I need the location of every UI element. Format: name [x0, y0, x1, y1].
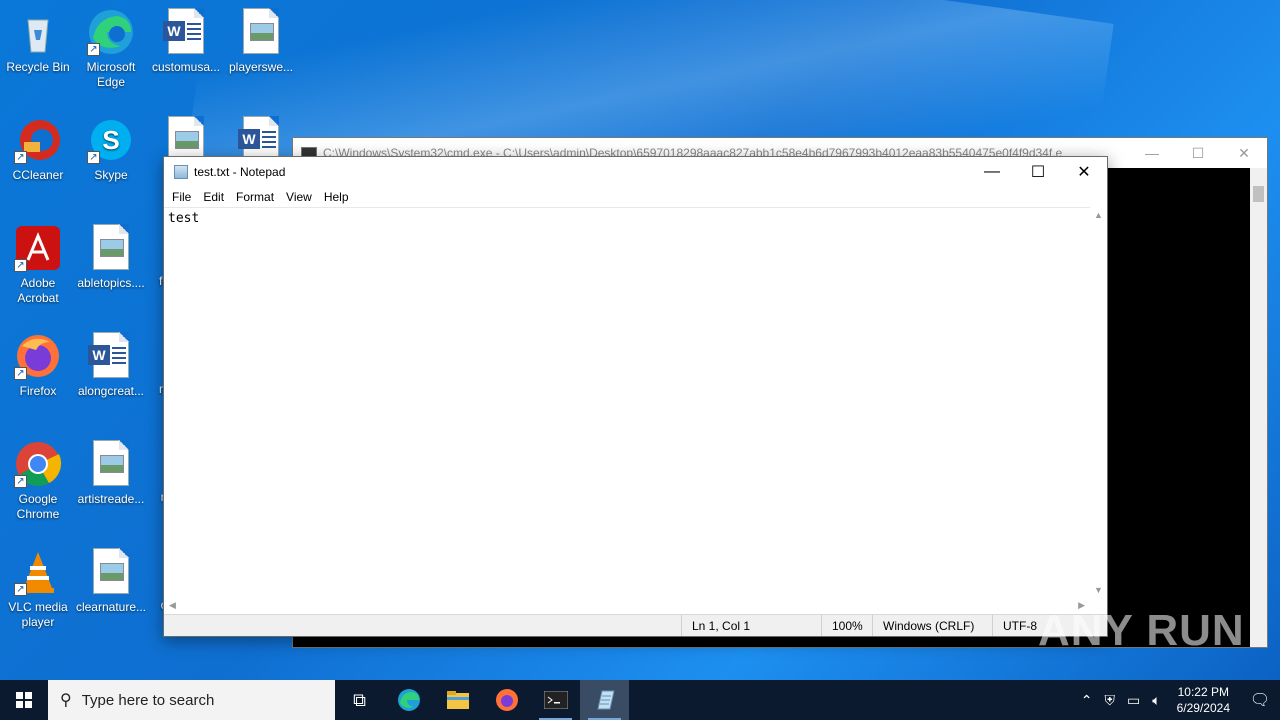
desktop-icon-adobe-acrobat[interactable]: ↗ Adobe Acrobat: [0, 224, 76, 306]
desktop-icon-google-chrome[interactable]: ↗ Google Chrome: [0, 440, 76, 522]
folder-icon: [446, 691, 469, 709]
status-line-ending: Windows (CRLF): [872, 615, 992, 636]
start-button[interactable]: [0, 680, 48, 720]
system-tray: ⌃ ⛨ ▭ 🔈︎ 10:22 PM 6/29/2024 🗨︎: [1075, 680, 1280, 720]
notepad-text-area[interactable]: test: [164, 207, 1090, 597]
task-view-button[interactable]: ⧉: [335, 680, 384, 720]
google-chrome-icon: ↗: [14, 440, 62, 488]
word-document-icon: W: [162, 8, 210, 56]
image-file-icon: [237, 8, 285, 56]
taskbar-firefox[interactable]: [482, 680, 531, 720]
desktop-icon-label: VLC media player: [8, 600, 68, 629]
command-prompt-icon: [543, 691, 568, 709]
desktop-icon-label: Skype: [94, 168, 128, 182]
microsoft-edge-icon: [397, 689, 420, 711]
desktop-icon-label: Google Chrome: [16, 492, 60, 521]
desktop-icon-skype[interactable]: S ↗ Skype: [73, 116, 149, 183]
taskbar-edge[interactable]: [384, 680, 433, 720]
desktop-icon-firefox[interactable]: ↗ Firefox: [0, 332, 76, 399]
ccleaner-icon: ↗: [14, 116, 62, 164]
network-icon[interactable]: ▭: [1121, 692, 1146, 709]
volume-icon[interactable]: 🔈︎: [1146, 692, 1166, 709]
taskbar-notepad[interactable]: [580, 680, 629, 720]
desktop-icon-label: Microsoft Edge: [86, 60, 136, 89]
recycle-bin-icon: [14, 8, 62, 56]
svg-text:S: S: [102, 125, 119, 155]
scroll-down-icon[interactable]: ▼: [1090, 585, 1107, 595]
close-icon[interactable]: ✕: [1221, 145, 1267, 162]
notepad-app-icon: [174, 165, 188, 179]
desktop-icon-playerswe[interactable]: playerswe...: [223, 8, 299, 75]
desktop-icon-microsoft-edge[interactable]: ↗ Microsoft Edge: [73, 8, 149, 90]
desktop-icon-label: customusa...: [151, 60, 221, 74]
desktop-icon-recycle-bin[interactable]: Recycle Bin: [0, 8, 76, 75]
shortcut-arrow-icon: ↗: [14, 583, 27, 596]
word-document-icon: W: [87, 332, 135, 380]
notepad-horizontal-scrollbar[interactable]: ◀ ▶: [164, 597, 1090, 614]
vlc-icon: ↗: [14, 548, 62, 596]
notepad-window[interactable]: test.txt - Notepad — ☐ ✕ File Edit Forma…: [163, 156, 1108, 637]
notepad-menubar: File Edit Format View Help: [164, 187, 1107, 207]
shortcut-arrow-icon: ↗: [14, 367, 27, 380]
anyrun-watermark: ANY RUN: [1038, 606, 1245, 655]
task-view-icon: ⧉: [353, 689, 366, 710]
clock-date: 6/29/2024: [1176, 701, 1230, 715]
skype-icon: S ↗: [87, 116, 135, 164]
desktop-icon-customusa[interactable]: W customusa...: [148, 8, 224, 75]
desktop-icon-label: playerswe...: [228, 60, 294, 74]
shortcut-arrow-icon: ↗: [14, 259, 27, 272]
minimize-icon[interactable]: —: [1129, 145, 1175, 162]
notification-icon[interactable]: 🗨︎: [1240, 690, 1280, 710]
notepad-window-title: test.txt - Notepad: [194, 165, 286, 179]
taskbar-cmd[interactable]: [531, 680, 580, 720]
firefox-icon: [495, 689, 518, 711]
notepad-statusbar: Ln 1, Col 1 100% Windows (CRLF) UTF-8: [164, 614, 1107, 636]
notepad-icon: [596, 690, 615, 710]
microsoft-edge-icon: ↗: [87, 8, 135, 56]
scrollbar-thumb[interactable]: [1253, 186, 1264, 202]
menu-file[interactable]: File: [166, 187, 197, 207]
notepad-vertical-scrollbar[interactable]: ▲ ▼: [1090, 207, 1107, 597]
shortcut-arrow-icon: ↗: [87, 151, 100, 164]
taskbar-file-explorer[interactable]: [433, 680, 482, 720]
defender-icon[interactable]: ⛨: [1098, 692, 1121, 709]
status-zoom: 100%: [821, 615, 872, 636]
windows-logo-icon: [16, 692, 32, 708]
search-icon: ⚲: [60, 692, 72, 709]
maximize-icon[interactable]: ☐: [1015, 157, 1061, 187]
shortcut-arrow-icon: ↗: [14, 475, 27, 488]
taskbar-search-box[interactable]: ⚲ Type here to search: [48, 680, 335, 720]
close-icon[interactable]: ✕: [1061, 157, 1107, 187]
cmd-vertical-scrollbar[interactable]: [1250, 168, 1267, 647]
desktop-icon-label: Adobe Acrobat: [17, 276, 59, 305]
search-placeholder: Type here to search: [81, 691, 215, 709]
desktop-icon-label: Recycle Bin: [6, 60, 70, 74]
chevron-up-icon[interactable]: ⌃: [1075, 692, 1099, 709]
desktop-icon-label: Firefox: [19, 384, 57, 398]
status-position: Ln 1, Col 1: [681, 615, 821, 636]
adobe-acrobat-icon: ↗: [14, 224, 62, 272]
maximize-icon[interactable]: ☐: [1175, 145, 1221, 162]
minimize-icon[interactable]: —: [969, 157, 1015, 187]
desktop-icon-vlc[interactable]: ↗ VLC media player: [0, 548, 76, 630]
clock-time: 10:22 PM: [1177, 685, 1229, 699]
image-file-icon: [87, 224, 135, 272]
menu-format[interactable]: Format: [230, 187, 280, 207]
image-file-icon: [87, 548, 135, 596]
scroll-left-icon[interactable]: ◀: [169, 600, 176, 611]
notepad-titlebar[interactable]: test.txt - Notepad — ☐ ✕: [164, 157, 1107, 187]
shortcut-arrow-icon: ↗: [87, 43, 100, 56]
menu-help[interactable]: Help: [318, 187, 355, 207]
taskbar-clock[interactable]: 10:22 PM 6/29/2024: [1167, 684, 1240, 716]
taskbar: ⚲ Type here to search ⧉ ⌃ ⛨ ▭ 🔈︎ 10:22 P…: [0, 680, 1280, 720]
desktop-icon-label: CCleaner: [12, 168, 64, 182]
scroll-up-icon[interactable]: ▲: [1090, 210, 1107, 220]
menu-view[interactable]: View: [280, 187, 318, 207]
menu-edit[interactable]: Edit: [197, 187, 230, 207]
shortcut-arrow-icon: ↗: [14, 151, 27, 164]
firefox-icon: ↗: [14, 332, 62, 380]
desktop-icon-ccleaner[interactable]: ↗ CCleaner: [0, 116, 76, 183]
image-file-icon: [87, 440, 135, 488]
